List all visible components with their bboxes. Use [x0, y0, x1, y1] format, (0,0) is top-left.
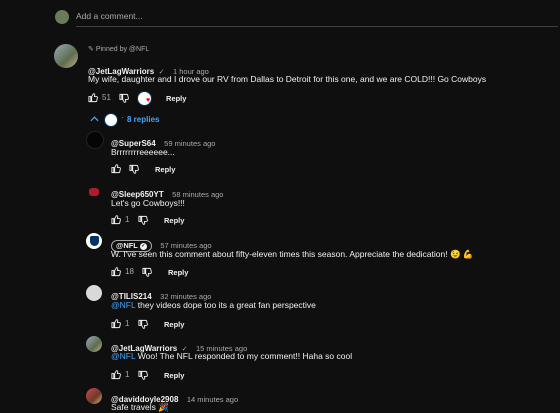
like-icon[interactable] — [111, 163, 122, 174]
dislike-icon[interactable] — [138, 215, 149, 226]
pinned-label: ✎ Pinned by @NFL — [88, 46, 150, 53]
reply-avatar[interactable] — [86, 285, 102, 301]
reply-text: Let's go Cowboys!!! — [111, 198, 185, 208]
reply-button[interactable]: Reply — [168, 268, 188, 277]
like-count: 1 — [125, 319, 130, 328]
reply-avatar[interactable] — [86, 131, 104, 149]
like-icon[interactable] — [111, 318, 122, 329]
reply-button[interactable]: Reply — [155, 165, 175, 174]
reply-avatar[interactable] — [86, 336, 102, 352]
reply-button[interactable]: Reply — [164, 371, 184, 380]
dislike-icon[interactable] — [129, 164, 140, 175]
mention-link[interactable]: @NFL — [111, 351, 135, 361]
like-icon[interactable] — [111, 266, 122, 277]
reply-time[interactable]: 14 minutes ago — [187, 395, 238, 404]
reply-body: they videos dope too its a great fan per… — [137, 300, 316, 310]
replies-count-label: 8 replies — [127, 115, 160, 124]
author-avatar[interactable] — [54, 44, 78, 68]
reply-button[interactable]: Reply — [164, 320, 184, 329]
like-icon[interactable] — [88, 92, 100, 104]
like-count: 1 — [125, 370, 130, 379]
dislike-icon[interactable] — [119, 93, 130, 104]
mention-link[interactable]: @NFL — [111, 300, 135, 310]
reply-text: Safe travels 🎉 — [111, 402, 169, 412]
reply-text: W. I've seen this comment about fifty-el… — [111, 249, 474, 259]
reply-avatar[interactable] — [86, 388, 102, 404]
reply-text: @NFL they videos dope too its a great fa… — [111, 300, 316, 310]
like-count: 18 — [125, 267, 134, 276]
reply-body: Woo! The NFL responded to my comment!! H… — [137, 351, 353, 361]
like-count: 1 — [125, 215, 130, 224]
reply-avatar[interactable] — [86, 184, 102, 200]
reply-avatar[interactable] — [86, 233, 102, 249]
reply-button[interactable]: Reply — [164, 216, 184, 225]
add-comment-underline — [76, 26, 558, 27]
like-count: 51 — [102, 93, 111, 102]
reply-button[interactable]: Reply — [166, 94, 186, 103]
like-icon[interactable] — [111, 369, 122, 380]
heart-icon: ♥ — [146, 97, 151, 104]
replies-dot: · — [121, 113, 124, 122]
pin-icon: ✎ — [88, 46, 94, 53]
reply-text: @NFL Woo! The NFL responded to my commen… — [111, 351, 352, 361]
dislike-icon[interactable] — [138, 319, 149, 330]
chevron-up-icon — [90, 116, 99, 122]
add-comment-input[interactable]: Add a comment... — [76, 11, 143, 21]
dislike-icon[interactable] — [142, 267, 153, 278]
current-user-avatar — [55, 10, 69, 24]
like-icon[interactable] — [111, 214, 122, 225]
dislike-icon[interactable] — [138, 370, 149, 381]
comment-text: My wife, daughter and I drove our RV fro… — [88, 74, 487, 84]
reply-text: Brrrrrrrreeeeee... — [111, 147, 175, 157]
creator-avatar — [104, 113, 118, 127]
